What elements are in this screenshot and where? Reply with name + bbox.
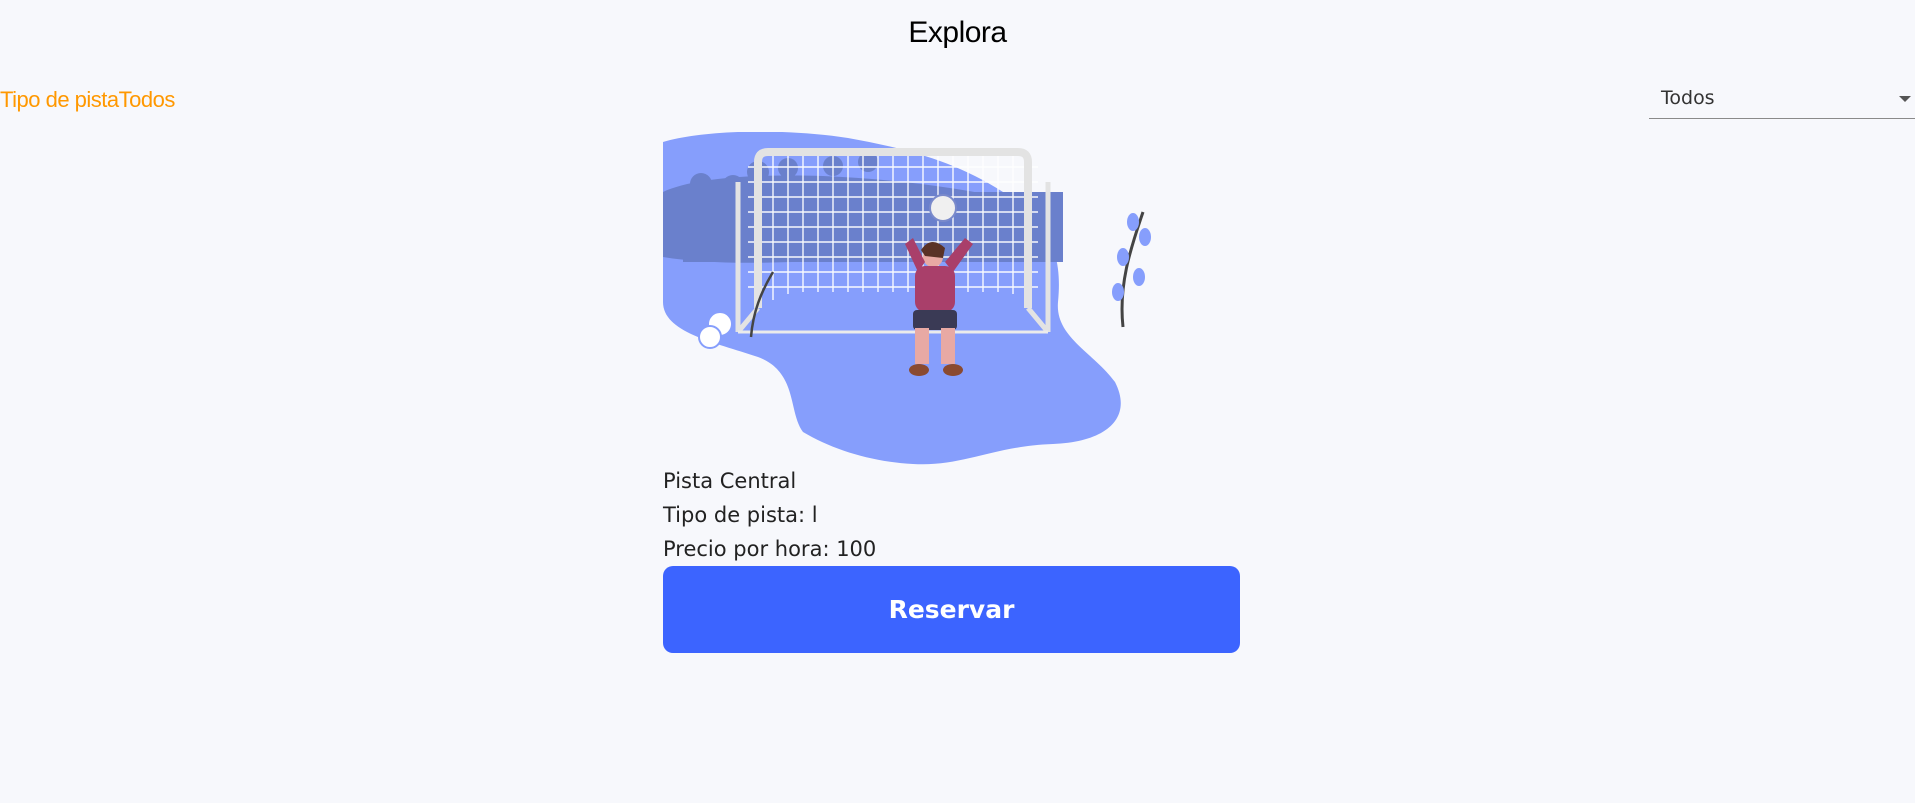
court-name: Pista Central [663,469,797,493]
court-type: Tipo de pista: l [663,503,818,527]
page-title: Explora [908,16,1007,49]
court-type-select[interactable]: Todos [1649,82,1915,119]
select-value: Todos [1661,87,1715,109]
caret-down-icon [1899,96,1911,102]
court-price: Precio por hora: 100 [663,537,877,561]
goalkeeper-illustration [663,132,1151,465]
reserve-button[interactable]: Reservar [663,566,1240,653]
filter-label: Tipo de pistaTodos [0,87,175,112]
